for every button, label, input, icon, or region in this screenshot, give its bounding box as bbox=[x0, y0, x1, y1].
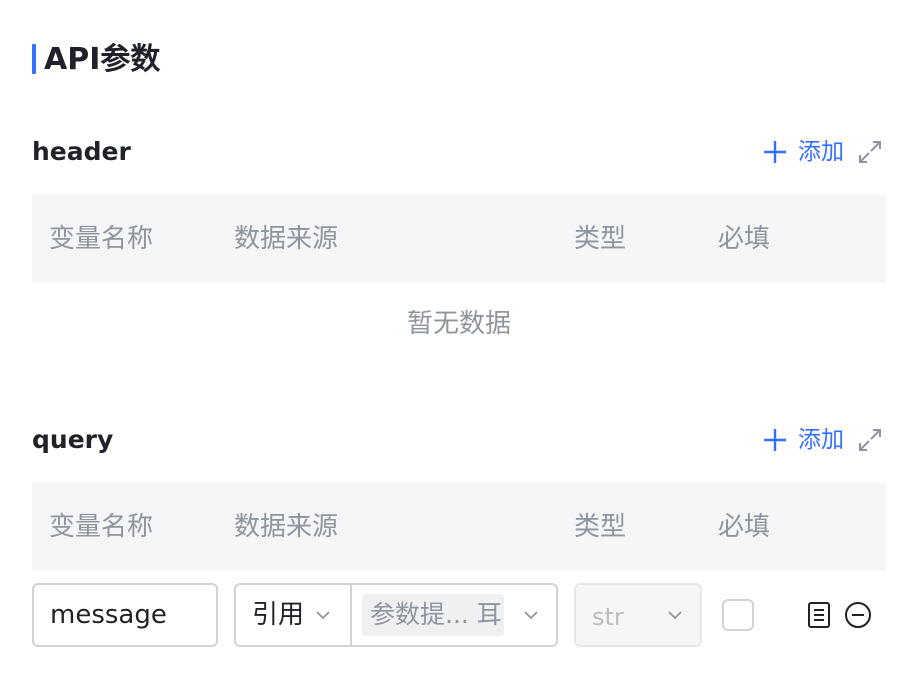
variable-name-input[interactable]: message bbox=[32, 583, 218, 647]
title-accent-bar bbox=[32, 44, 36, 74]
query-add-button[interactable]: 添加 bbox=[762, 425, 844, 455]
plus-icon bbox=[764, 429, 786, 451]
chevron-down-icon bbox=[316, 611, 330, 620]
column-header-name: 变量名称 bbox=[49, 512, 154, 542]
source-type-select[interactable]: 引用 bbox=[236, 585, 352, 645]
plus-icon bbox=[764, 141, 786, 163]
data-source-field: 引用 参数提... 耳 bbox=[234, 583, 558, 647]
query-section-label: query bbox=[32, 425, 114, 454]
column-header-required: 必填 bbox=[718, 512, 771, 542]
expand-icon[interactable] bbox=[856, 426, 884, 454]
column-header-type: 类型 bbox=[574, 512, 627, 542]
header-empty-state: 暂无数据 bbox=[406, 309, 511, 339]
minus-circle-icon[interactable] bbox=[843, 600, 873, 630]
header-table-head: 变量名称 数据来源 类型 必填 bbox=[32, 195, 886, 283]
query-table-head: 变量名称 数据来源 类型 必填 bbox=[32, 483, 886, 571]
source-type-value: 引用 bbox=[252, 600, 305, 630]
expand-icon[interactable] bbox=[856, 138, 884, 166]
query-add-label: 添加 bbox=[798, 427, 844, 453]
header-section-label: header bbox=[32, 137, 131, 166]
chevron-down-icon[interactable] bbox=[522, 606, 540, 624]
reference-variable-tag: 参数提... 耳 bbox=[362, 594, 504, 636]
page-title: API参数 bbox=[44, 42, 161, 77]
document-icon[interactable] bbox=[804, 600, 834, 630]
column-header-source: 数据来源 bbox=[234, 512, 339, 542]
type-value: str bbox=[592, 603, 624, 631]
column-header-required: 必填 bbox=[718, 224, 771, 254]
type-select[interactable]: str bbox=[574, 583, 702, 647]
reference-variable-text: 参数提... 耳 bbox=[370, 600, 502, 629]
header-add-label: 添加 bbox=[798, 139, 844, 165]
column-header-source: 数据来源 bbox=[234, 224, 339, 254]
required-checkbox[interactable] bbox=[722, 599, 754, 631]
header-add-button[interactable]: 添加 bbox=[762, 137, 844, 167]
chevron-down-icon bbox=[668, 611, 682, 620]
column-header-name: 变量名称 bbox=[49, 224, 154, 254]
column-header-type: 类型 bbox=[574, 224, 627, 254]
